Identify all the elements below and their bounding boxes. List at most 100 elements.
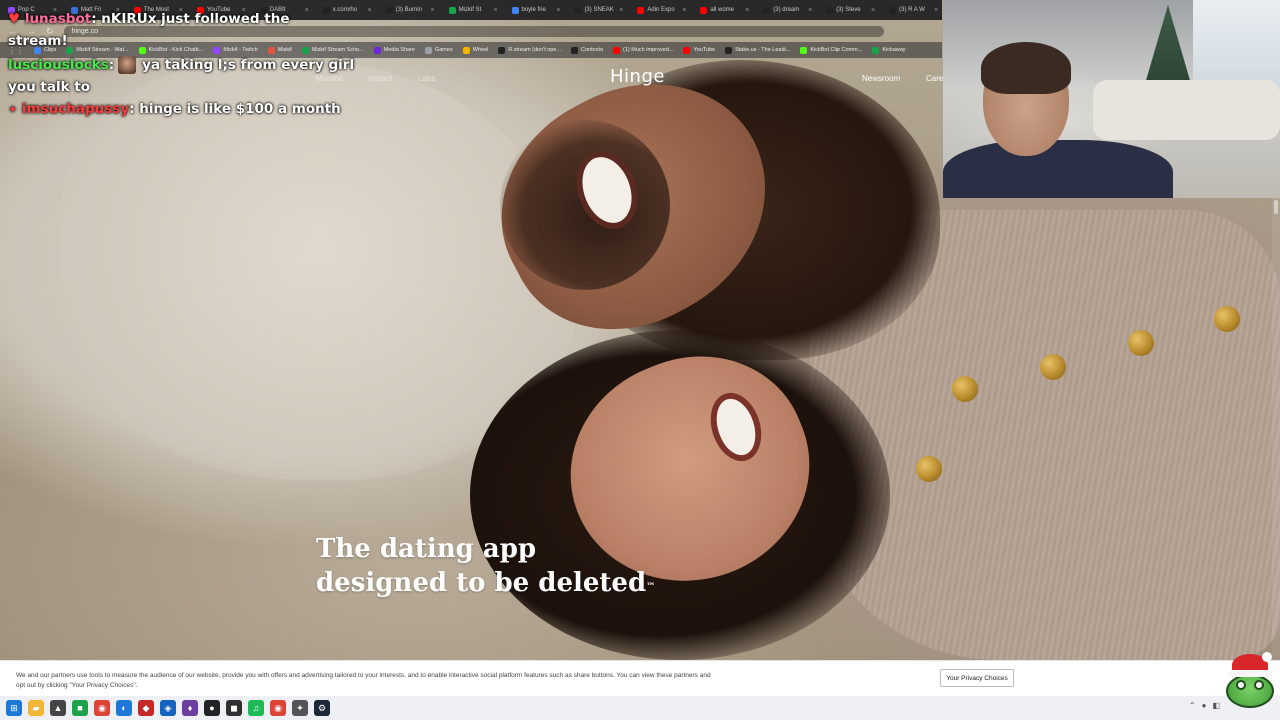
chat-message: ✦ imsuchapussy: hinge is like $100 a mon…: [8, 101, 341, 117]
chat-follow-message: ♥ lunasbot: nKIRUx just followed the: [8, 11, 289, 27]
windows-start-icon[interactable]: ⊞: [6, 700, 22, 716]
bookmark-item[interactable]: Games: [424, 46, 453, 54]
bookmark-item[interactable]: Kickaway: [872, 46, 906, 54]
browser-tab[interactable]: (3) SNEAK ×: [570, 2, 627, 18]
bookmark-favicon-icon: [424, 46, 432, 54]
browser-tab[interactable]: all wome ×: [696, 2, 753, 18]
headline-line-1: The dating app: [316, 534, 537, 564]
browser-tab[interactable]: (3) Steve ×: [822, 2, 879, 18]
browser-tab[interactable]: Adin Expo ×: [633, 2, 690, 18]
bookmark-item[interactable]: Stake.us - The Leadi...: [725, 46, 791, 54]
app-dark-icon[interactable]: ◼: [226, 700, 242, 716]
url-field[interactable]: hinge.co: [63, 25, 884, 37]
mic-icon[interactable]: ●: [1202, 701, 1207, 710]
bookmark-item[interactable]: Wheel: [462, 46, 488, 54]
bookmark-item[interactable]: KickBot - Kick Chatb...: [138, 46, 203, 54]
frog-body: [1226, 674, 1274, 708]
file-explorer-icon[interactable]: ▰: [28, 700, 44, 716]
browser-tab[interactable]: Mizkif St ×: [445, 2, 502, 18]
browser-tab[interactable]: boyle frie ×: [508, 2, 565, 18]
tab-label: (3) R A W: [899, 7, 925, 13]
spotify-icon[interactable]: ♫: [248, 700, 264, 716]
chat-username: imsuchapussy: [21, 101, 130, 117]
bookmark-item[interactable]: YouTube: [683, 46, 715, 54]
bookmark-item[interactable]: Contexto: [571, 46, 603, 54]
nav-link-labs[interactable]: Labs: [418, 74, 435, 83]
hero-headline: The dating app designed to be deleted™: [316, 532, 655, 600]
chrome-alt-icon[interactable]: ◉: [270, 700, 286, 716]
close-tab-icon[interactable]: ×: [430, 7, 434, 14]
close-tab-icon[interactable]: ×: [682, 7, 686, 14]
close-tab-icon[interactable]: ×: [556, 7, 560, 14]
scrollbar-thumb[interactable]: [1274, 200, 1278, 214]
edge-icon[interactable]: ◐: [116, 700, 132, 716]
chat-badge-icon: ♥: [8, 11, 21, 27]
close-tab-icon[interactable]: ×: [808, 7, 812, 14]
bookmark-favicon-icon: [872, 46, 880, 54]
privacy-choices-button[interactable]: Your Privacy Choices: [940, 669, 1014, 687]
app-green-icon[interactable]: ■: [72, 700, 88, 716]
bookmark-favicon-icon: [138, 46, 146, 54]
streamer-body: [943, 140, 1173, 198]
hinge-logo[interactable]: Hinge: [610, 66, 665, 87]
browser-tab[interactable]: x.com/ho ×: [319, 2, 376, 18]
network-icon[interactable]: ◧: [1212, 701, 1220, 710]
chat-text: : hinge is like $100 a month: [129, 101, 341, 117]
streamer-hair: [981, 42, 1071, 94]
sweater-button: [1040, 354, 1066, 380]
bookmark-item[interactable]: Mizkif Stream Sche...: [301, 46, 364, 54]
nav-link-careers[interactable]: Care: [926, 74, 943, 83]
close-tab-icon[interactable]: ×: [305, 7, 309, 14]
nav-link-impact[interactable]: Impact: [368, 74, 392, 83]
bookmark-favicon-icon: [267, 46, 275, 54]
bookmark-item[interactable]: Mizkif - Twitch: [213, 46, 258, 54]
tab-label: (3) Steve: [836, 7, 861, 13]
bookmark-label: Mizkif Stream - Wat...: [76, 47, 129, 53]
frog-eye: [1254, 680, 1264, 690]
steam-icon[interactable]: ⚙: [314, 700, 330, 716]
close-tab-icon[interactable]: ×: [871, 7, 875, 14]
frog-eye: [1236, 680, 1246, 690]
cookie-banner: We and our partners use tools to measure…: [0, 660, 1280, 696]
obs-icon[interactable]: ●: [204, 700, 220, 716]
bookmark-label: Mizkif: [277, 47, 292, 53]
chat-username: lusciouslocks: [8, 57, 109, 73]
bookmark-item[interactable]: KickBot Clip Comm...: [800, 46, 862, 54]
bookmark-label: (1) Much improved...: [623, 47, 674, 53]
chrome-icon[interactable]: ◉: [94, 700, 110, 716]
app-red-icon[interactable]: ◆: [138, 700, 154, 716]
page-scrollbar[interactable]: [1272, 198, 1280, 660]
app-blue-icon[interactable]: ◈: [160, 700, 176, 716]
app-misc-icon[interactable]: ✦: [292, 700, 308, 716]
tab-favicon-icon: [700, 6, 708, 14]
headline-line-2: designed to be deleted: [316, 568, 647, 598]
close-tab-icon[interactable]: ×: [493, 7, 497, 14]
browser-tab[interactable]: (3) dream ×: [759, 2, 816, 18]
bookmark-label: R.stream (don't ope...: [508, 47, 562, 53]
browser-tab[interactable]: (3) R A W ×: [885, 2, 942, 18]
close-tab-icon[interactable]: ×: [368, 7, 372, 14]
app-1-icon[interactable]: ▲: [50, 700, 66, 716]
bookmark-item[interactable]: Media Share: [373, 46, 415, 54]
bookmark-item[interactable]: Mizkif: [267, 46, 292, 54]
frog-santa-emote-icon: [1222, 652, 1278, 712]
bookmark-item[interactable]: (1) Much improved...: [613, 46, 674, 54]
app-purple-icon[interactable]: ♦: [182, 700, 198, 716]
bookmark-item[interactable]: Mizkif Stream - Wat...: [66, 46, 129, 54]
close-tab-icon[interactable]: ×: [934, 7, 938, 14]
tab-label: (3) dream: [773, 7, 800, 13]
trademark-symbol: ™: [646, 582, 656, 592]
nav-link-newsroom[interactable]: Newsroom: [862, 74, 900, 83]
chevron-up-icon[interactable]: ⌃: [1189, 701, 1196, 710]
tab-favicon-icon: [448, 6, 456, 14]
close-tab-icon[interactable]: ×: [745, 7, 749, 14]
cookie-text: We and our partners use tools to measure…: [16, 672, 711, 689]
system-tray: ⌃ ● ◧: [1189, 701, 1220, 710]
tab-label: Adin Expo: [647, 7, 675, 13]
browser-tab[interactable]: (3) Burnin ×: [382, 2, 439, 18]
nav-link-mission[interactable]: Mission: [316, 74, 343, 83]
chat-badge-icon: ✦: [8, 103, 18, 116]
bookmark-label: Stake.us - The Leadi...: [735, 47, 791, 53]
close-tab-icon[interactable]: ×: [619, 7, 623, 14]
bookmark-item[interactable]: R.stream (don't ope...: [498, 46, 562, 54]
